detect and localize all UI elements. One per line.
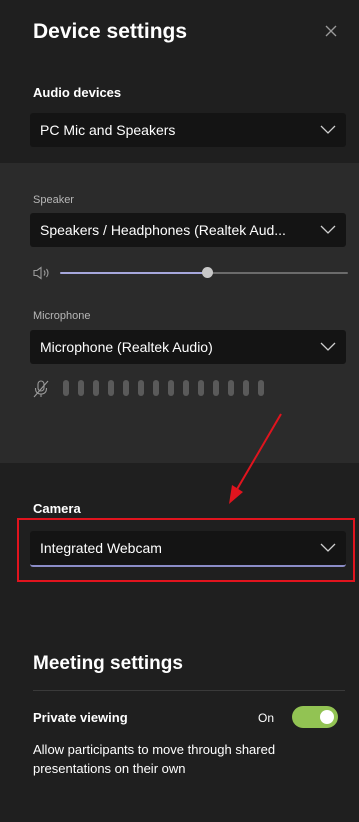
private-viewing-label: Private viewing <box>33 710 128 725</box>
annotation-highlight-box <box>17 518 355 582</box>
divider <box>33 690 345 691</box>
toggle-knob <box>320 710 334 724</box>
camera-label: Camera <box>33 501 81 516</box>
annotation-arrow <box>229 413 282 504</box>
private-viewing-state: On <box>258 711 275 725</box>
device-settings-panel: Device settings Audio devices PC Mic and… <box>0 0 359 822</box>
private-viewing-description: Allow participants to move through share… <box>33 742 276 776</box>
meeting-settings-title: Meeting settings <box>33 653 183 674</box>
private-viewing-toggle[interactable] <box>292 706 338 728</box>
